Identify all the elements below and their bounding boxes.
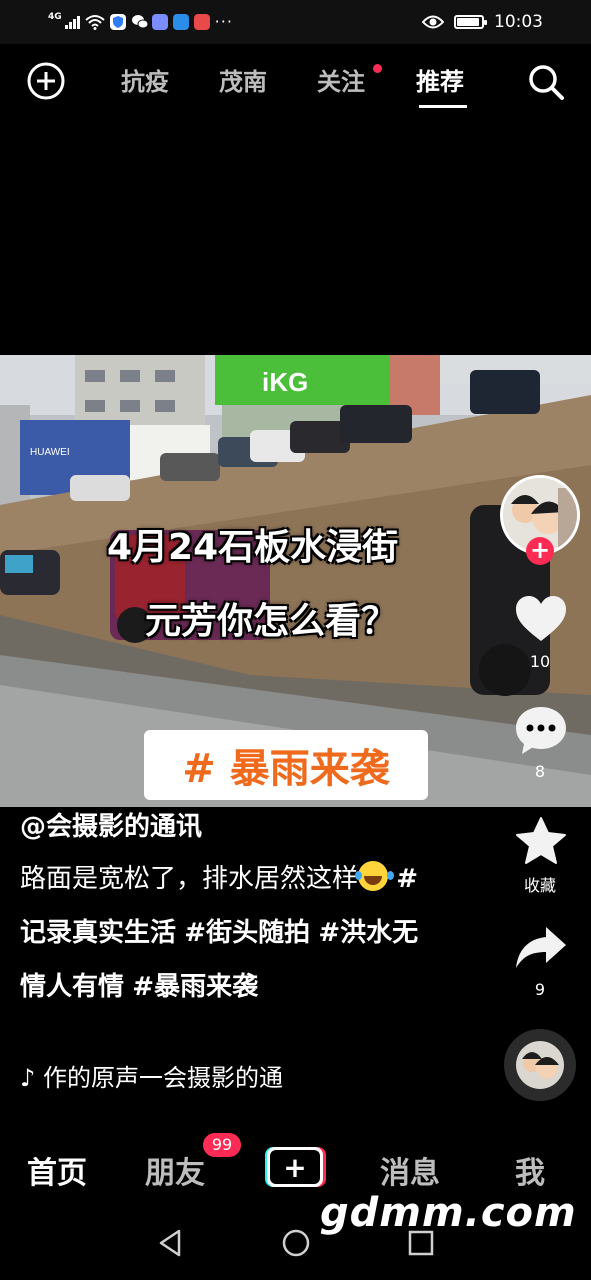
weather-app-icon	[172, 14, 189, 30]
home-circle-icon[interactable]	[281, 1228, 311, 1258]
music-ticker[interactable]: ♪ 作的原声一会摄影的通	[20, 1058, 320, 1093]
status-right: 10:03	[422, 10, 543, 34]
signal-icon	[64, 15, 80, 29]
music-note-icon: ♪	[20, 1064, 36, 1092]
video-caption-line-1: 4月24石板水浸街	[107, 527, 399, 568]
eye-comfort-icon	[422, 15, 444, 29]
music-disc[interactable]	[504, 1029, 576, 1101]
back-icon[interactable]	[157, 1228, 183, 1258]
music-title: 作的原声一会摄影的通	[42, 1064, 283, 1092]
search-icon[interactable]	[527, 63, 565, 101]
network-type: 4G	[48, 12, 62, 22]
news-app-icon	[193, 14, 210, 30]
svg-text:HUAWEI: HUAWEI	[30, 447, 70, 458]
like-heart-icon[interactable]	[514, 594, 568, 644]
tab-kangyi[interactable]: 抗疫	[121, 62, 169, 97]
friends-badge: 99	[203, 1133, 241, 1157]
status-overflow: ···	[214, 12, 233, 31]
share-count: 9	[534, 980, 546, 999]
follow-button[interactable]: +	[526, 537, 554, 565]
nav-friends[interactable]: 朋友	[145, 1148, 205, 1192]
post-description: 路面是宽松了，排水居然这样 #记录真实生活 #街头随拍 #洪水无情人有情 #暴雨…	[20, 852, 420, 1014]
tab-recommended[interactable]: 推荐	[416, 62, 464, 97]
desc-text: 路面是宽松了，排水居然这样	[20, 864, 359, 894]
status-left: 4G ···	[48, 12, 233, 32]
video-player[interactable]: iKG HUAWEI 4月24石板水浸街 元芳你怎么看？ # 暴雨来袭	[0, 355, 591, 807]
shield-app-icon	[109, 14, 126, 30]
wechat-icon	[131, 14, 149, 30]
site-watermark: gdmm.com	[320, 1190, 577, 1236]
hashtag-link[interactable]: #暴雨来袭	[132, 972, 258, 1002]
create-button[interactable]: +	[264, 1146, 326, 1188]
status-time: 10:03	[494, 12, 543, 32]
nav-messages[interactable]: 消息	[380, 1148, 440, 1192]
comment-icon[interactable]	[514, 705, 568, 757]
nav-me[interactable]: 我	[515, 1148, 545, 1192]
music-app-icon	[151, 14, 168, 30]
hashtag-link[interactable]: #街头随拍	[184, 918, 310, 948]
add-circle-icon[interactable]	[27, 62, 65, 100]
status-bar: 4G ··· 10:03	[0, 0, 591, 44]
following-new-dot	[373, 64, 382, 73]
nav-home[interactable]: 首页	[27, 1148, 87, 1192]
laughing-emoji-icon	[355, 861, 389, 891]
hashtag-banner: # 暴雨来袭	[144, 730, 428, 800]
wifi-icon	[84, 15, 105, 30]
recents-square-icon[interactable]	[408, 1228, 434, 1258]
favorite-label: 收藏	[523, 876, 556, 895]
top-nav: 抗疫 茂南 关注 推荐	[0, 50, 591, 114]
favorite-star-icon[interactable]	[515, 816, 567, 866]
like-count: 10	[529, 652, 551, 671]
hashtag-banner-text: # 暴雨来袭	[182, 746, 390, 792]
storefront-sign: iKG	[262, 367, 308, 397]
create-plus: +	[283, 1151, 306, 1184]
tab-following[interactable]: 关注	[317, 62, 365, 97]
comment-count: 8	[534, 762, 546, 781]
active-tab-indicator	[419, 105, 467, 108]
author-name[interactable]: @会摄影的通讯	[20, 806, 202, 843]
battery-icon	[454, 15, 487, 29]
music-disc-cover	[516, 1041, 564, 1089]
share-icon[interactable]	[514, 925, 568, 971]
video-caption-line-2: 元芳你怎么看？	[145, 601, 398, 642]
tab-maonan[interactable]: 茂南	[219, 62, 267, 97]
